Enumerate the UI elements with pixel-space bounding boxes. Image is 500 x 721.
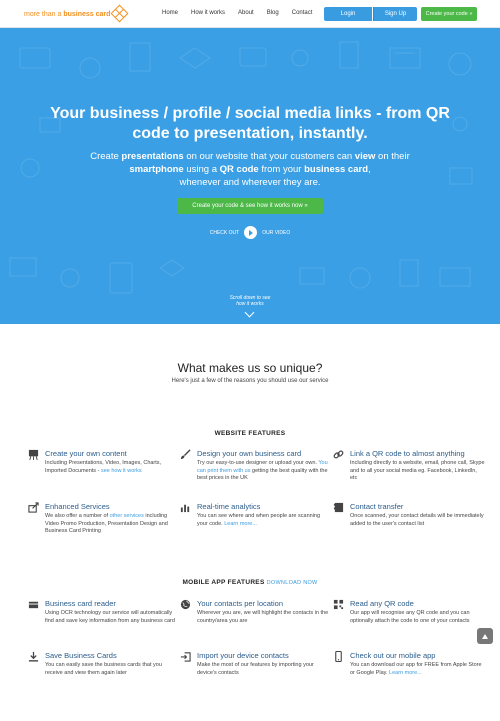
feature-title: Enhanced Services xyxy=(45,502,110,511)
mobile-features-heading: MOBILE APP FEATURES DOWNLOAD NOW xyxy=(182,579,318,586)
easel-icon xyxy=(28,449,39,460)
hero-subtitle: Create presentations on our website that… xyxy=(90,151,410,188)
feature-desc: You can download our app for FREE from A… xyxy=(350,662,482,676)
feature-desc: You can see where and when people are sc… xyxy=(197,513,321,527)
feature-title: Design your own business card xyxy=(197,449,302,458)
feature-title: Read any QR code xyxy=(350,599,414,608)
play-icon[interactable] xyxy=(244,226,258,239)
feature-link[interactable]: other services xyxy=(110,513,144,519)
hero-cta-button[interactable]: Create your code & see how it works now … xyxy=(177,198,323,214)
unique-subtitle: Here's just a few of the reasons you sho… xyxy=(171,378,329,384)
site-header: more than a business card Home How it wo… xyxy=(0,0,500,28)
card-reader-icon xyxy=(28,601,39,609)
brush-icon xyxy=(180,449,191,460)
share-icon xyxy=(28,502,39,513)
logo-text-bold: business card xyxy=(63,10,111,18)
feature-desc: Try our easy-to-use designer or upload y… xyxy=(197,460,328,481)
feature-title: Business card reader xyxy=(45,599,116,608)
logo[interactable]: more than a business card xyxy=(24,4,129,23)
feature-desc: Using OCR technology our service will au… xyxy=(45,610,175,624)
feature-desc: Our app will recognise any QR code and y… xyxy=(350,610,470,624)
nav-contact[interactable]: Contact xyxy=(292,10,313,16)
hero-title: Your business / profile / social media l… xyxy=(50,105,450,142)
feature-desc: We also offer a number of other services… xyxy=(45,513,168,534)
our-video-label: OUR VIDEO xyxy=(262,229,291,236)
feature-title: Save Business Cards xyxy=(45,651,117,660)
feature-title: Contact transfer xyxy=(350,502,404,511)
feature-title: Check out our mobile app xyxy=(350,651,436,660)
feature-link[interactable]: see how it works xyxy=(101,468,142,474)
feature-desc: Make the most of our features by importi… xyxy=(197,662,314,676)
login-button[interactable]: Login xyxy=(324,7,372,21)
download-icon xyxy=(28,651,39,662)
video-link[interactable]: CHECK OUT OUR VIDEO xyxy=(0,226,500,239)
import-icon xyxy=(180,652,191,662)
scroll-hint: Scroll down to see how it works xyxy=(229,295,271,307)
qr-code-icon xyxy=(333,599,344,610)
bar-chart-icon xyxy=(180,504,190,513)
logo-mark-icon xyxy=(110,4,129,23)
create-code-button[interactable]: Create your code » xyxy=(421,7,477,21)
logo-text-pre: more than a xyxy=(24,10,64,18)
back-to-top-button[interactable] xyxy=(477,628,493,644)
link-icon xyxy=(333,450,344,459)
feature-link[interactable]: Learn more... xyxy=(224,521,257,527)
hero-section: Your business / profile / social media l… xyxy=(0,28,500,324)
feature-title: Link a QR code to almost anything xyxy=(350,449,465,458)
nav-home[interactable]: Home xyxy=(162,10,178,16)
globe-icon xyxy=(180,599,191,610)
download-now-link[interactable]: DOWNLOAD NOW xyxy=(267,580,318,586)
feature-desc: Including Presentations, Video, Images, … xyxy=(45,460,162,474)
nav-blog[interactable]: Blog xyxy=(267,10,279,16)
feature-link[interactable]: Learn more... xyxy=(389,670,422,676)
feature-desc: Once scanned, your contact details will … xyxy=(350,513,484,527)
phone-icon xyxy=(335,651,342,662)
feature-desc: Including directly to a website, email, … xyxy=(350,460,485,481)
unique-title: What makes us so unique? xyxy=(177,361,323,375)
check-out-label: CHECK OUT xyxy=(209,229,240,236)
signup-button[interactable]: Sign Up xyxy=(373,7,417,21)
feature-desc: Wherever you are, we will highlight the … xyxy=(197,610,329,624)
nav-about[interactable]: About xyxy=(238,10,254,16)
feature-title: Create your own content xyxy=(45,449,127,458)
feature-desc: You can easily save the business cards t… xyxy=(45,662,162,676)
nav-how-it-works[interactable]: How it works xyxy=(191,10,225,16)
feature-title: Your contacts per location xyxy=(197,599,284,608)
contact-card-icon xyxy=(333,502,344,513)
feature-title: Import your device contacts xyxy=(197,651,289,660)
website-features-heading: WEBSITE FEATURES xyxy=(214,430,286,437)
feature-title: Real-time analytics xyxy=(197,502,261,511)
main-nav: Home How it works About Blog Contact xyxy=(162,10,325,16)
